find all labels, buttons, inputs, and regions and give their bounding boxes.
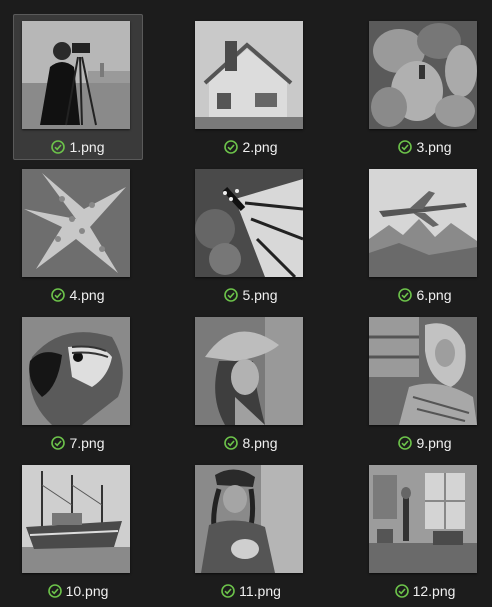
file-caption: 9.png — [361, 435, 489, 451]
file-tile-3[interactable]: 3.png — [360, 14, 490, 160]
check-circle-icon — [398, 288, 413, 302]
file-grid: 1.png 2.png 3.png 4.png 5.png 6.png 7.pn… — [0, 0, 492, 607]
file-caption: 8.png — [187, 435, 315, 451]
thumbnail-peppers[interactable] — [369, 21, 477, 129]
file-name: 6.png — [416, 287, 452, 303]
file-name: 5.png — [242, 287, 278, 303]
file-tile-9[interactable]: 9.png — [360, 310, 490, 456]
check-circle-icon — [224, 436, 239, 450]
file-tile-1[interactable]: 1.png — [13, 14, 143, 160]
file-tile-8[interactable]: 8.png — [186, 310, 316, 456]
file-name: 8.png — [242, 435, 278, 451]
thumbnail-cameraman[interactable] — [22, 21, 130, 129]
check-circle-icon — [51, 288, 66, 302]
thumbnail-butterfly[interactable] — [195, 169, 303, 277]
file-name: 12.png — [412, 583, 456, 599]
thumbnail-barbara[interactable] — [369, 317, 477, 425]
file-caption: 7.png — [14, 435, 142, 451]
check-circle-icon — [47, 584, 62, 598]
file-name: 1.png — [69, 139, 105, 155]
file-caption: 10.png — [14, 583, 142, 599]
file-name: 3.png — [416, 139, 452, 155]
file-name: 7.png — [69, 435, 105, 451]
check-circle-icon — [224, 140, 239, 154]
check-circle-icon — [224, 288, 239, 302]
thumbnail-living-room[interactable] — [369, 465, 477, 573]
file-tile-10[interactable]: 10.png — [13, 458, 143, 604]
thumbnail-airplane[interactable] — [369, 169, 477, 277]
file-caption: 11.png — [187, 583, 315, 599]
check-circle-icon — [51, 140, 66, 154]
check-circle-icon — [398, 140, 413, 154]
check-circle-icon — [394, 584, 409, 598]
thumbnail-starfish[interactable] — [22, 169, 130, 277]
file-caption: 12.png — [361, 583, 489, 599]
file-name: 2.png — [242, 139, 278, 155]
file-tile-12[interactable]: 12.png — [360, 458, 490, 604]
file-tile-2[interactable]: 2.png — [186, 14, 316, 160]
file-tile-4[interactable]: 4.png — [13, 162, 143, 308]
file-tile-11[interactable]: 11.png — [186, 458, 316, 604]
file-name: 11.png — [239, 583, 281, 599]
file-caption: 2.png — [187, 139, 315, 155]
check-circle-icon — [51, 436, 66, 450]
file-name: 10.png — [65, 583, 109, 599]
thumbnail-house[interactable] — [195, 21, 303, 129]
file-caption: 5.png — [187, 287, 315, 303]
thumbnail-boat[interactable] — [22, 465, 130, 573]
file-caption: 1.png — [14, 139, 142, 155]
file-caption: 6.png — [361, 287, 489, 303]
file-tile-5[interactable]: 5.png — [186, 162, 316, 308]
thumbnail-lena[interactable] — [195, 317, 303, 425]
check-circle-icon — [221, 584, 235, 598]
file-tile-7[interactable]: 7.png — [13, 310, 143, 456]
check-circle-icon — [398, 436, 413, 450]
thumbnail-parrot[interactable] — [22, 317, 130, 425]
file-caption: 4.png — [14, 287, 142, 303]
file-caption: 3.png — [361, 139, 489, 155]
file-name: 4.png — [69, 287, 105, 303]
file-name: 9.png — [416, 435, 452, 451]
thumbnail-pirate[interactable] — [195, 465, 303, 573]
file-tile-6[interactable]: 6.png — [360, 162, 490, 308]
